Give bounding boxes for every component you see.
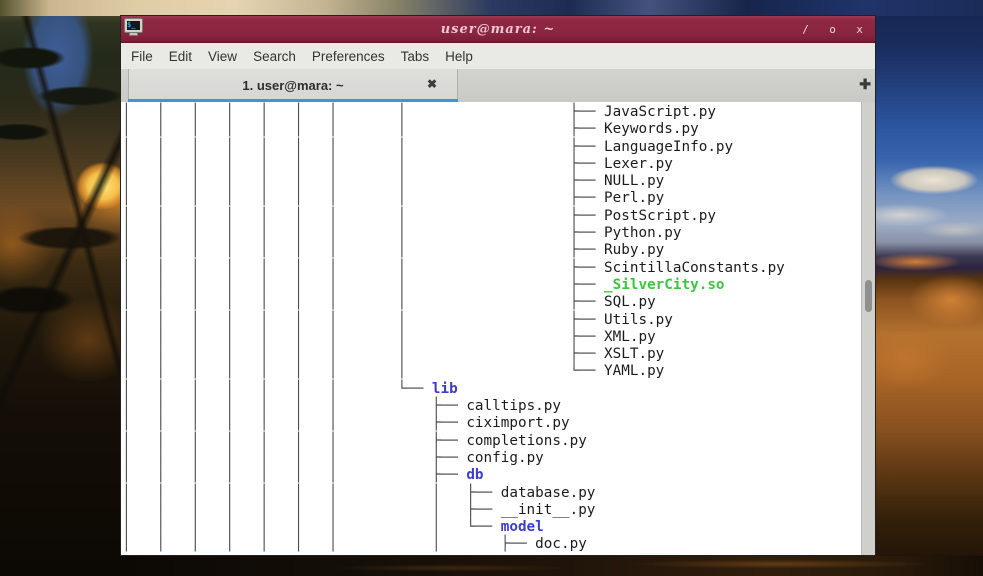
tree-row: │ │ │ │ │ │ │ │ ├── Ruby.py [122,242,861,259]
tree-row: │ │ │ │ │ │ │ │ ├── _SilverCity.so [122,277,861,294]
tree-row: │ │ │ │ │ │ │ │ ├── doc.py [122,536,861,553]
terminal-window: $_ user@mara: ~ / o x FileEditViewSearch… [120,15,876,556]
window-title: user@mara: ~ [121,22,875,37]
tree-row: │ │ │ │ │ │ │ │ ├── Lexer.py [122,156,861,173]
menu-item-search[interactable]: Search [245,45,304,68]
tree-row: │ │ │ │ │ │ │ ├── calltips.py [122,398,861,415]
window-titlebar[interactable]: $_ user@mara: ~ / o x [121,16,875,43]
scrollbar[interactable] [861,102,875,555]
tab-label: 1. user@mara: ~ [242,78,343,93]
menu-item-help[interactable]: Help [437,45,481,68]
tree-row: │ │ │ │ │ │ │ │ ├── XML.py [122,329,861,346]
tree-row: │ │ │ │ │ │ │ │ ├── NULL.py [122,173,861,190]
scrollbar-thumb[interactable] [865,280,872,312]
tab-bar: 1. user@mara: ~ ✖ ✚ [121,69,875,102]
menu-item-preferences[interactable]: Preferences [304,45,393,68]
tree-row: │ │ │ │ │ │ │ │ ├── JavaScript.py [122,104,861,121]
tree-row: │ │ │ │ │ │ │ ├── config.py [122,450,861,467]
terminal-output[interactable]: │ │ │ │ │ │ │ │ ├── JavaScript.py│ │ │ │… [121,102,861,555]
tree-row: │ │ │ │ │ │ │ │ ├── Python.py [122,225,861,242]
tree-row: │ │ │ │ │ │ │ │ ├── Perl.py [122,190,861,207]
maximize-button[interactable]: o [827,24,838,35]
tab-close-icon[interactable]: ✖ [427,77,437,91]
terminal-content-area: │ │ │ │ │ │ │ │ ├── JavaScript.py│ │ │ │… [121,102,875,555]
menu-item-edit[interactable]: Edit [161,45,200,68]
tree-row: │ │ │ │ │ │ │ ├── completions.py [122,433,861,450]
tree-row: │ │ │ │ │ │ │ │ ├── Keywords.py [122,121,861,138]
menu-item-tabs[interactable]: Tabs [393,45,438,68]
tree-row: │ │ │ │ │ │ │ │ ├── Utils.py [122,312,861,329]
tree-row: │ │ │ │ │ │ │ │ ├── __init__.py [122,502,861,519]
wallpaper-right-cliffs [876,0,983,576]
tree-row: │ │ │ │ │ │ │ │ ├── PostScript.py [122,208,861,225]
tree-row: │ │ │ │ │ │ │ │ ├── SQL.py [122,294,861,311]
tree-row: │ │ │ │ │ │ │ │ └── YAML.py [122,363,861,380]
menu-item-view[interactable]: View [200,45,245,68]
wallpaper-sky-strip [0,0,983,16]
menu-bar: FileEditViewSearchPreferencesTabsHelp [121,43,875,69]
new-tab-button[interactable]: ✚ [859,76,871,93]
tree-row: │ │ │ │ │ │ │ ├── ciximport.py [122,415,861,432]
tree-listing: │ │ │ │ │ │ │ │ ├── JavaScript.py│ │ │ │… [122,104,861,554]
wallpaper-pine-silhouettes [0,0,120,576]
tree-row: │ │ │ │ │ │ │ │ ├── ScintillaConstants.p… [122,260,861,277]
menu-item-file[interactable]: File [123,45,161,68]
minimize-button[interactable]: / [800,24,811,35]
tree-row: │ │ │ │ │ │ │ │ ├── database.py [122,485,861,502]
tree-row: │ │ │ │ │ │ │ │ └── model [122,519,861,536]
close-button[interactable]: x [854,24,865,35]
tree-row: │ │ │ │ │ │ │ │ ├── XSLT.py [122,346,861,363]
tree-row: │ │ │ │ │ │ │ ├── db [122,467,861,484]
tree-row: │ │ │ │ │ │ │ │ ├── LanguageInfo.py [122,139,861,156]
wallpaper-bottom-strip [120,556,983,576]
tab-active[interactable]: 1. user@mara: ~ ✖ [128,69,458,102]
desktop: $_ user@mara: ~ / o x FileEditViewSearch… [0,0,983,576]
tree-row: │ │ │ │ │ │ │ └── lib [122,381,861,398]
